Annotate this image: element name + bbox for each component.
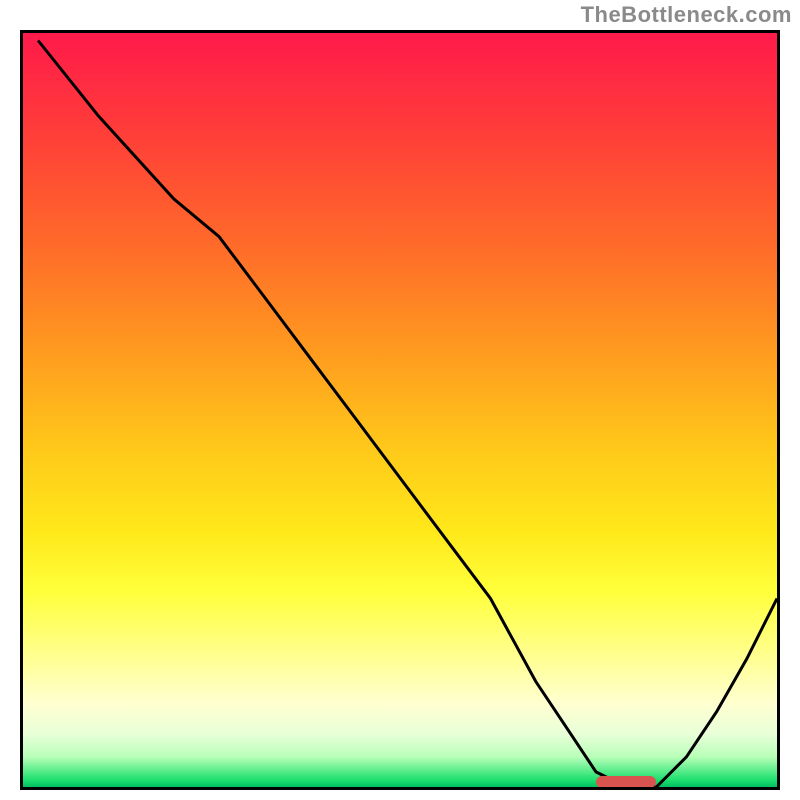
watermark-text: TheBottleneck.com bbox=[581, 2, 792, 28]
chart-overlay bbox=[23, 33, 777, 787]
plot-area bbox=[20, 30, 780, 790]
chart-container: TheBottleneck.com bbox=[0, 0, 800, 800]
curve-line bbox=[38, 41, 777, 788]
optimum-marker bbox=[596, 776, 656, 788]
